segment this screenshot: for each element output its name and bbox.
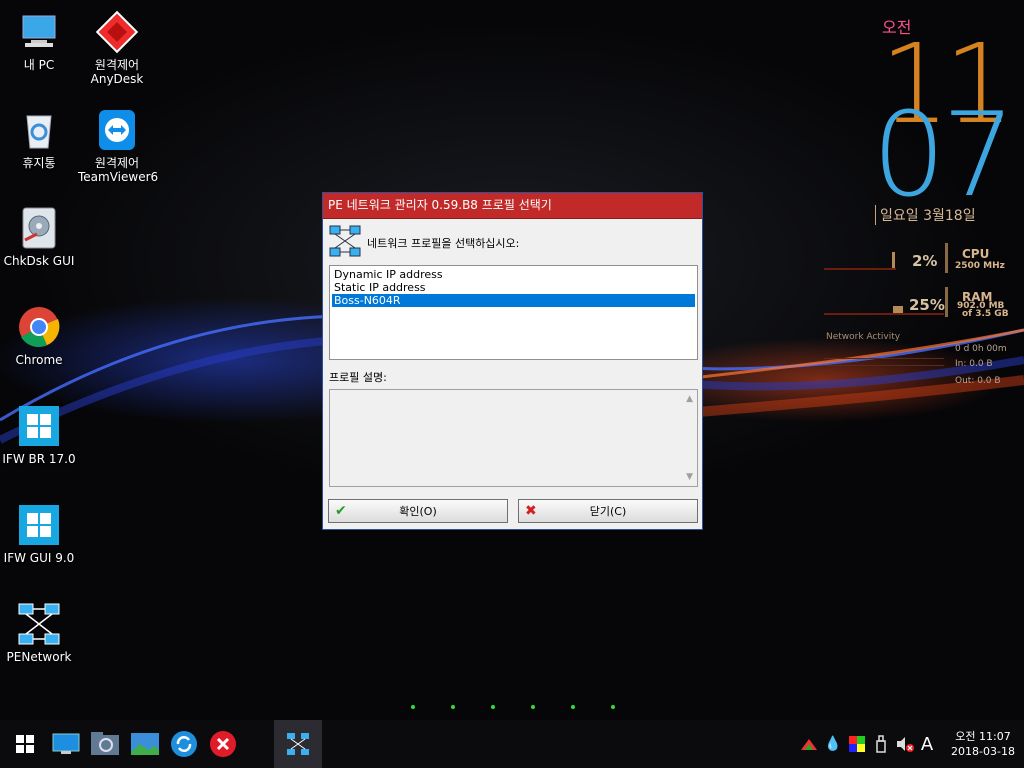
desktop-icon-label: PENetwork bbox=[6, 650, 72, 664]
desktop-icon-anydesk[interactable]: 원격제어 AnyDesk bbox=[78, 10, 156, 86]
clock-date: 일요일 3월18일 bbox=[875, 205, 976, 225]
network-in-line bbox=[824, 358, 944, 359]
cpu-percent: 2% bbox=[912, 252, 938, 270]
desktop-icon-label: Chrome bbox=[15, 353, 63, 367]
desktop-icon-penetwork[interactable]: PENetwork bbox=[0, 602, 78, 664]
taskbar-image-viewer-button[interactable] bbox=[125, 720, 165, 768]
chrome-icon bbox=[17, 305, 61, 349]
network-icon bbox=[17, 602, 61, 646]
desktop-icon-label: 휴지통 bbox=[22, 156, 56, 170]
profile-selector-dialog: PE 네트워크 관리자 0.59.B8 프로필 선택기 네트워크 프로필을 선택… bbox=[322, 192, 703, 530]
desktop-icon-label: 내 PC bbox=[23, 58, 55, 72]
teamviewer-icon bbox=[95, 108, 139, 152]
network-out-line bbox=[824, 365, 944, 366]
folder-search-icon bbox=[91, 732, 119, 755]
tray-volume-muted-icon[interactable] bbox=[896, 735, 914, 753]
windows-logo-icon bbox=[17, 404, 61, 448]
taskbar-penetwork-button[interactable] bbox=[274, 720, 322, 768]
taskbar-refresh-button[interactable] bbox=[164, 720, 204, 768]
taskbar-desktop-button[interactable] bbox=[46, 720, 86, 768]
profile-description-label: 프로필 설명: bbox=[329, 371, 387, 384]
profile-list[interactable]: Dynamic IP address Static IP address Bos… bbox=[329, 265, 698, 360]
refresh-icon bbox=[171, 731, 197, 757]
windows-start-icon bbox=[16, 735, 34, 753]
desktop-icon-recycle-bin[interactable]: 휴지통 bbox=[0, 108, 78, 170]
desktop-icon-ifw-br[interactable]: IFW BR 17.0 bbox=[0, 404, 78, 466]
ok-button[interactable]: ✔ 확인(O) bbox=[328, 499, 508, 523]
cpu-level-bar bbox=[892, 252, 895, 268]
page-dot[interactable] bbox=[531, 705, 535, 709]
ram-level-bar bbox=[893, 306, 903, 313]
checkmark-icon: ✔ bbox=[335, 503, 347, 519]
page-dot[interactable] bbox=[611, 705, 615, 709]
clock-minute: 07 bbox=[872, 88, 1016, 223]
anydesk-icon bbox=[95, 10, 139, 54]
computer-icon bbox=[17, 10, 61, 54]
close-circle-icon bbox=[210, 731, 236, 757]
start-button[interactable] bbox=[5, 720, 45, 768]
ok-button-label: 확인(O) bbox=[399, 505, 437, 518]
network-icon bbox=[329, 225, 361, 260]
profile-list-item[interactable]: Static IP address bbox=[332, 281, 695, 294]
monitor-icon bbox=[52, 733, 80, 754]
tray-color-icon[interactable] bbox=[848, 735, 866, 753]
desktop-icon-my-pc[interactable]: 내 PC bbox=[0, 10, 78, 72]
dialog-header: 네트워크 프로필을 선택하십시오: bbox=[329, 225, 519, 260]
scroll-down-icon[interactable]: ▼ bbox=[686, 472, 693, 482]
tray-keyboard-indicator[interactable]: A bbox=[918, 734, 936, 755]
cpu-divider bbox=[945, 243, 948, 273]
page-dot[interactable] bbox=[491, 705, 495, 709]
ram-percent: 25% bbox=[909, 296, 945, 314]
ram-total: of 3.5 GB bbox=[962, 309, 1009, 319]
desktop-icon-chkdsk-gui[interactable]: ChkDsk GUI bbox=[0, 206, 78, 268]
dialog-prompt: 네트워크 프로필을 선택하십시오: bbox=[367, 236, 520, 250]
desktop-icon-label: IFW GUI 9.0 bbox=[3, 551, 75, 565]
network-out: Out: 0.0 B bbox=[955, 376, 1001, 386]
taskbar-date: 2018-03-18 bbox=[951, 745, 1015, 758]
desktop-icon-label: ChkDsk GUI bbox=[3, 254, 75, 268]
scroll-up-icon[interactable]: ▲ bbox=[686, 394, 693, 404]
taskbar-explorer-button[interactable] bbox=[85, 720, 125, 768]
cpu-mhz: 2500 MHz bbox=[955, 261, 1005, 271]
recycle-bin-icon bbox=[17, 108, 61, 152]
tray-network-icon[interactable] bbox=[800, 735, 818, 753]
windows-logo-icon bbox=[17, 503, 61, 547]
desktop-icon-label: IFW BR 17.0 bbox=[2, 452, 76, 466]
network-activity-label: Network Activity bbox=[826, 332, 901, 342]
picture-icon bbox=[131, 733, 159, 755]
network-uptime: 0 d 0h 00m bbox=[955, 344, 1007, 354]
page-dot[interactable] bbox=[571, 705, 575, 709]
close-button[interactable]: ✖ 닫기(C) bbox=[518, 499, 698, 523]
page-dot[interactable] bbox=[411, 705, 415, 709]
profile-list-item-selected[interactable]: Boss-N604R bbox=[332, 294, 695, 307]
network-icon bbox=[287, 733, 309, 755]
taskbar-shutdown-button[interactable] bbox=[203, 720, 243, 768]
disk-check-icon bbox=[17, 206, 61, 250]
tray-drop-icon[interactable]: 💧 bbox=[824, 735, 842, 753]
desktop-icon-teamviewer[interactable]: 원격제어 TeamViewer6 bbox=[78, 108, 159, 184]
tray-usb-icon[interactable] bbox=[872, 735, 890, 753]
profile-list-item[interactable]: Dynamic IP address bbox=[332, 268, 695, 281]
close-icon: ✖ bbox=[525, 503, 537, 519]
cpu-title: CPU bbox=[962, 247, 990, 261]
taskbar-clock[interactable]: 오전 11:07 2018-03-18 bbox=[942, 729, 1024, 759]
dialog-title[interactable]: PE 네트워크 관리자 0.59.B8 프로필 선택기 bbox=[323, 193, 702, 219]
desktop-icon-label: 원격제어 AnyDesk bbox=[90, 58, 144, 86]
taskbar bbox=[0, 720, 1024, 768]
desktop-icon-chrome[interactable]: Chrome bbox=[0, 305, 78, 367]
page-dot[interactable] bbox=[451, 705, 455, 709]
close-button-label: 닫기(C) bbox=[589, 505, 627, 518]
cpu-meter-line bbox=[824, 268, 896, 270]
ram-divider bbox=[945, 287, 948, 317]
desktop-icon-ifw-gui[interactable]: IFW GUI 9.0 bbox=[0, 503, 78, 565]
taskbar-time: 오전 11:07 bbox=[955, 730, 1011, 743]
profile-description-field[interactable]: ▲ ▼ bbox=[329, 389, 698, 487]
desktop-icon-label: 원격제어 TeamViewer6 bbox=[78, 156, 159, 184]
network-in: In: 0.0 B bbox=[955, 359, 993, 369]
